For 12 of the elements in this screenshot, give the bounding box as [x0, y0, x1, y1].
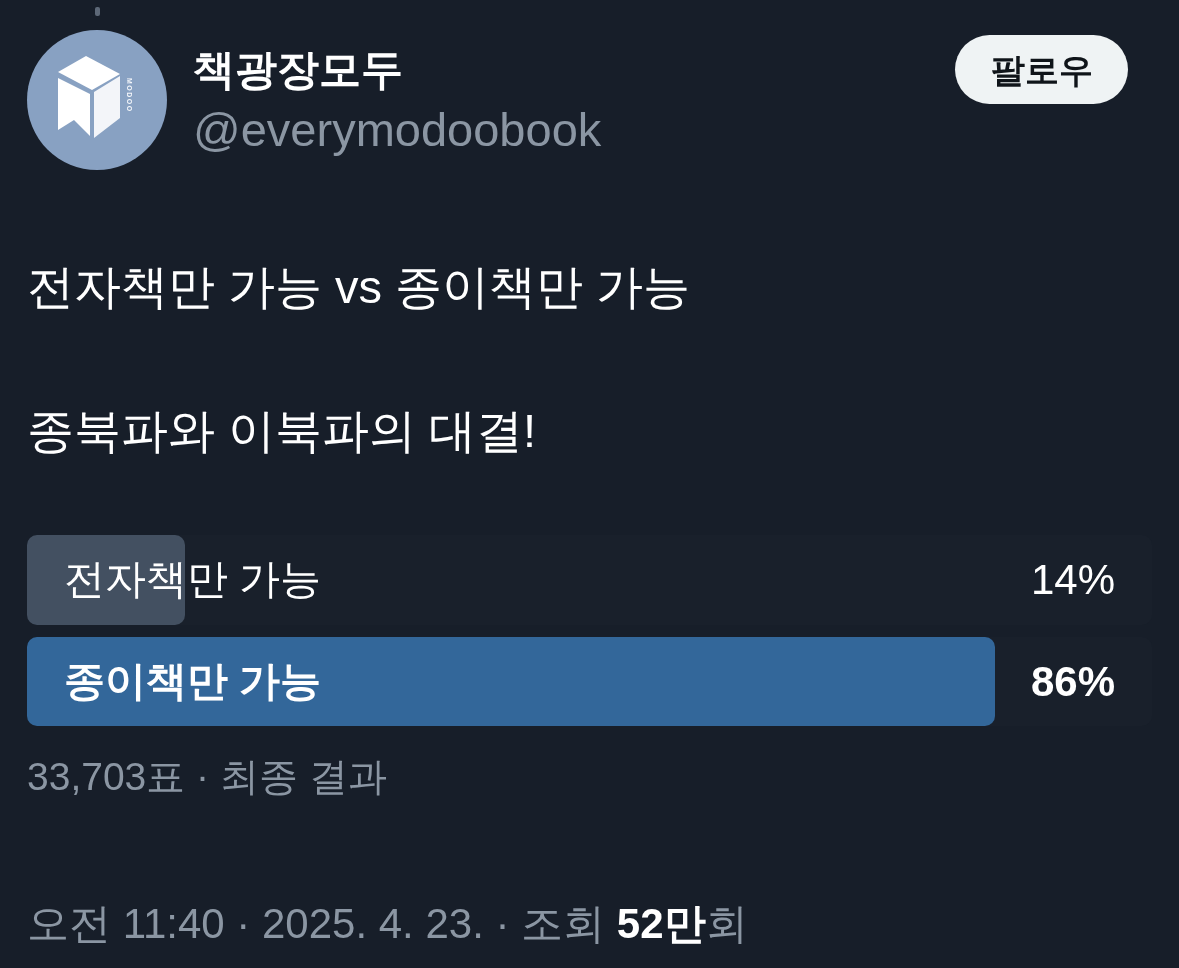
post-text: 전자책만 가능 vs 종이책만 가능 종북파와 이북파의 대결! [27, 259, 692, 459]
poll-option-label: 전자책만 가능 [64, 555, 322, 605]
author-handle[interactable]: @everymodoobook [193, 102, 955, 158]
poll-percent: 14% [1030, 554, 1115, 605]
poll-option-label: 종이책만 가능 [64, 656, 322, 706]
poll-summary: 33,703표 · 최종 결과 [27, 754, 388, 800]
follow-button[interactable]: 팔로우 [955, 35, 1128, 104]
post-meta: 오전 11:40 · 2025. 4. 23. · 조회 52만회 [27, 899, 749, 949]
author-name[interactable]: 책광장모두 [193, 42, 955, 98]
cube-logo-icon [56, 54, 122, 140]
poll-percent: 86% [1030, 656, 1115, 707]
notch-mark-icon [95, 7, 100, 16]
